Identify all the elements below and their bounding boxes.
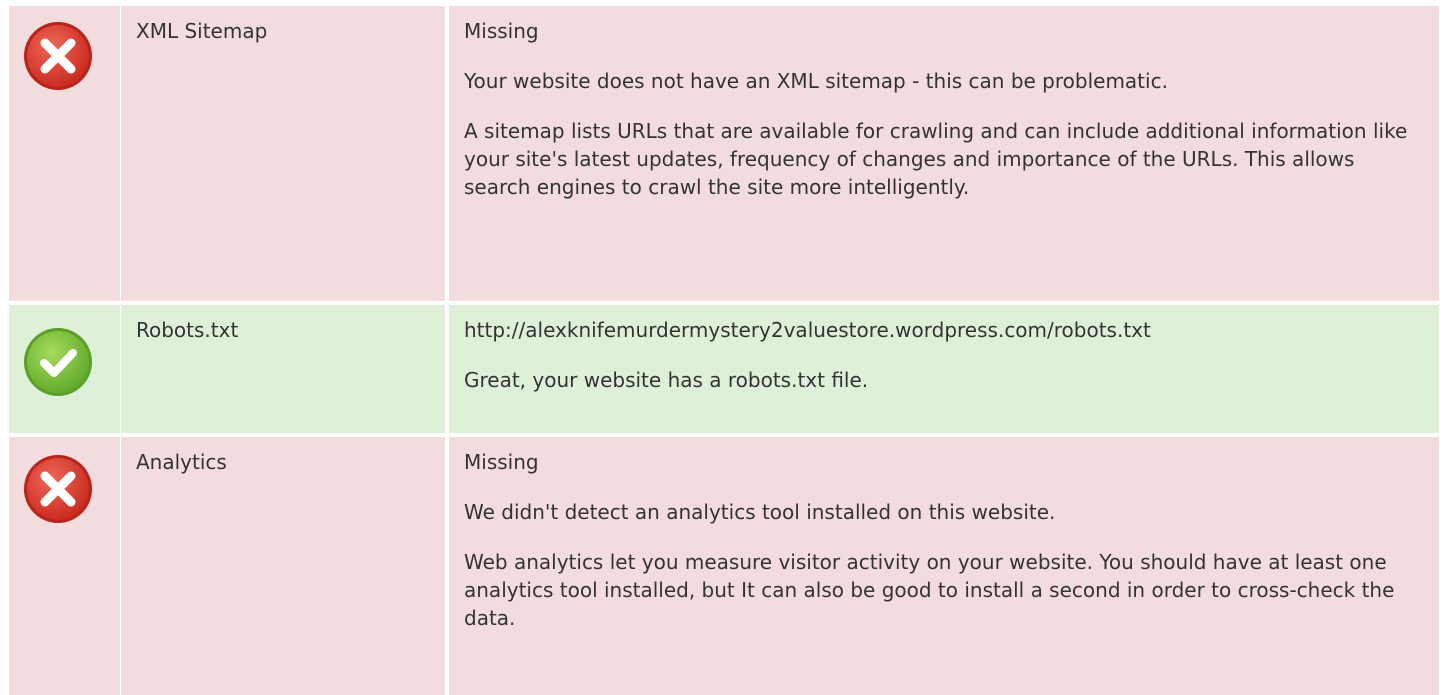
result-detail: A sitemap lists URLs that are available … bbox=[464, 119, 1408, 199]
check-name: XML Sitemap bbox=[136, 19, 268, 43]
result-summary: Your website does not have an XML sitema… bbox=[464, 69, 1168, 93]
check-result-cell: http://alexknifemurdermystery2valuestore… bbox=[449, 305, 1439, 433]
result-summary: Great, your website has a robots.txt fil… bbox=[464, 368, 869, 392]
status-cell bbox=[9, 305, 120, 433]
seo-report-table: XML Sitemap Missing Your website does no… bbox=[0, 0, 1454, 695]
check-name-cell: XML Sitemap bbox=[121, 6, 445, 301]
check-result-cell: Missing We didn't detect an analytics to… bbox=[449, 437, 1439, 695]
check-name: Robots.txt bbox=[136, 318, 239, 342]
check-result: Missing Your website does not have an XM… bbox=[464, 17, 1419, 201]
result-value: Missing bbox=[464, 450, 539, 474]
result-value: Missing bbox=[464, 19, 539, 43]
check-result-cell: Missing Your website does not have an XM… bbox=[449, 6, 1439, 301]
error-x-icon bbox=[22, 20, 94, 92]
error-x-icon bbox=[22, 453, 94, 525]
result-detail: Web analytics let you measure visitor ac… bbox=[464, 550, 1395, 630]
check-name: Analytics bbox=[136, 450, 227, 474]
check-row-analytics: Analytics Missing We didn't detect an an… bbox=[0, 437, 1454, 695]
result-summary: We didn't detect an analytics tool insta… bbox=[464, 500, 1056, 524]
check-result: http://alexknifemurdermystery2valuestore… bbox=[464, 316, 1419, 394]
check-row-robots-txt: Robots.txt http://alexknifemurdermystery… bbox=[0, 305, 1454, 433]
check-icon bbox=[22, 326, 94, 398]
check-name-cell: Robots.txt bbox=[121, 305, 445, 433]
status-cell bbox=[9, 437, 120, 695]
check-row-xml-sitemap: XML Sitemap Missing Your website does no… bbox=[0, 6, 1454, 301]
check-name-cell: Analytics bbox=[121, 437, 445, 695]
robots-url-link[interactable]: http://alexknifemurdermystery2valuestore… bbox=[464, 316, 1419, 344]
check-result: Missing We didn't detect an analytics to… bbox=[464, 448, 1419, 632]
status-cell bbox=[9, 6, 120, 301]
